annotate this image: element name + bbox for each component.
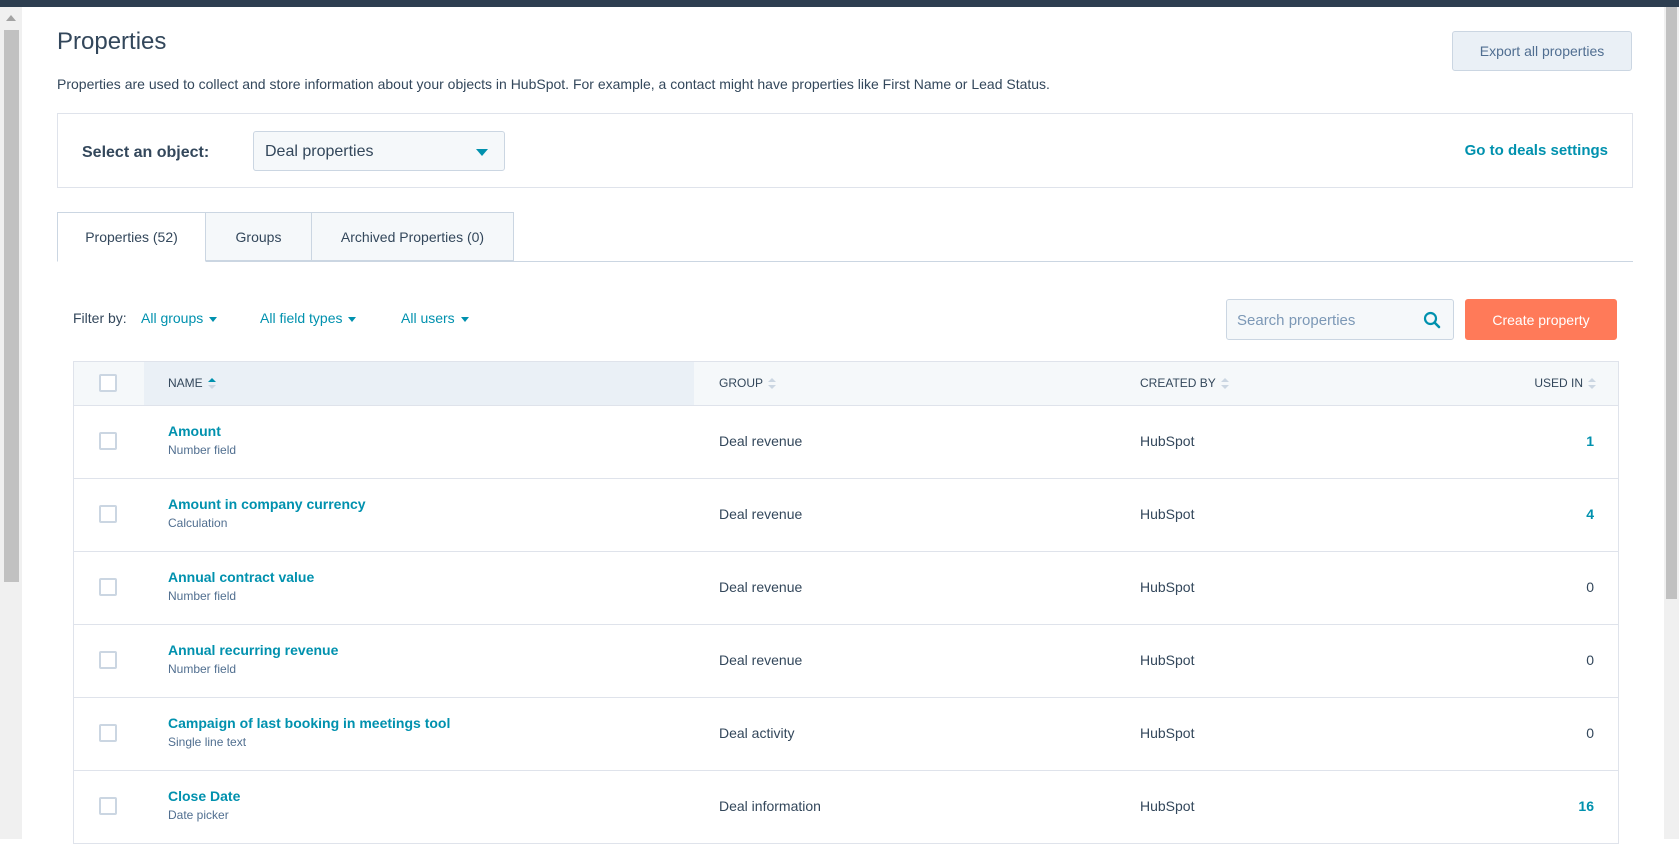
select-all-checkbox[interactable] xyxy=(99,374,117,392)
property-group: Deal information xyxy=(719,798,821,814)
top-bar xyxy=(0,0,1679,7)
object-select-value: Deal properties xyxy=(265,143,374,160)
object-selector-panel: Select an object: Deal properties Go to … xyxy=(57,113,1633,188)
property-group: Deal activity xyxy=(719,725,795,741)
property-field-type: Number field xyxy=(168,662,237,676)
export-all-properties-button[interactable]: Export all properties xyxy=(1452,31,1632,71)
row-checkbox[interactable] xyxy=(99,651,117,669)
filter-all-field-types-label: All field types xyxy=(260,310,343,326)
filter-by-label: Filter by: xyxy=(73,310,127,326)
scroll-up-arrow-icon[interactable] xyxy=(6,15,16,21)
table-row: Amount Number field Deal revenue HubSpot… xyxy=(74,406,1618,479)
right-scrollbar-thumb[interactable] xyxy=(1666,7,1677,599)
table-row: Amount in company currency Calculation D… xyxy=(74,479,1618,552)
properties-table: NAME GROUP CREATED BY USED IN Amount Num… xyxy=(73,361,1619,844)
left-scrollbar[interactable] xyxy=(0,7,22,839)
column-header-used-in[interactable]: USED IN xyxy=(1534,376,1596,390)
property-field-type: Calculation xyxy=(168,516,228,530)
sort-icon xyxy=(768,377,777,390)
property-field-type: Number field xyxy=(168,589,237,603)
row-checkbox[interactable] xyxy=(99,505,117,523)
tab-properties[interactable]: Properties (52) xyxy=(57,212,206,262)
property-used-in-link[interactable]: 16 xyxy=(1578,798,1594,814)
column-header-group-label: GROUP xyxy=(719,376,764,390)
property-created-by: HubSpot xyxy=(1140,798,1195,814)
caret-down-icon xyxy=(348,316,357,322)
object-select-dropdown[interactable]: Deal properties xyxy=(253,131,505,171)
search-icon[interactable] xyxy=(1423,311,1441,329)
column-header-used-in-label: USED IN xyxy=(1534,376,1583,390)
property-name-link[interactable]: Close Date xyxy=(168,788,240,804)
column-header-created-by-label: CREATED BY xyxy=(1140,376,1216,390)
property-group: Deal revenue xyxy=(719,506,803,522)
column-header-created-by[interactable]: CREATED BY xyxy=(1140,376,1229,390)
property-used-in: 0 xyxy=(1586,725,1594,741)
property-name-link[interactable]: Annual recurring revenue xyxy=(168,642,338,658)
caret-down-icon xyxy=(460,316,469,322)
row-checkbox[interactable] xyxy=(99,578,117,596)
property-name-link[interactable]: Campaign of last booking in meetings too… xyxy=(168,715,450,731)
table-row: Campaign of last booking in meetings too… xyxy=(74,698,1618,771)
property-name-link[interactable]: Amount in company currency xyxy=(168,496,366,512)
filter-all-groups[interactable]: All groups xyxy=(141,310,218,326)
search-box xyxy=(1226,299,1454,340)
sort-icon xyxy=(1588,377,1596,390)
property-group: Deal revenue xyxy=(719,433,803,449)
filter-all-groups-label: All groups xyxy=(141,310,204,326)
name-column-highlight xyxy=(144,362,694,405)
property-name-link[interactable]: Annual contract value xyxy=(168,569,314,585)
table-row: Annual recurring revenue Number field De… xyxy=(74,625,1618,698)
tab-archived-properties[interactable]: Archived Properties (0) xyxy=(311,212,514,261)
table-row: Close Date Date picker Deal information … xyxy=(74,771,1618,844)
right-scrollbar[interactable] xyxy=(1664,7,1679,839)
row-checkbox[interactable] xyxy=(99,724,117,742)
table-row: Annual contract value Number field Deal … xyxy=(74,552,1618,625)
property-name-link[interactable]: Amount xyxy=(168,423,221,439)
property-group: Deal revenue xyxy=(719,579,803,595)
caret-down-icon xyxy=(209,316,218,322)
filter-all-field-types[interactable]: All field types xyxy=(260,310,357,326)
chevron-down-icon xyxy=(476,149,488,156)
property-field-type: Number field xyxy=(168,443,237,457)
row-checkbox[interactable] xyxy=(99,797,117,815)
property-created-by: HubSpot xyxy=(1140,725,1195,741)
page-description: Properties are used to collect and store… xyxy=(57,76,1050,92)
go-to-deals-settings-link[interactable]: Go to deals settings xyxy=(1465,142,1608,159)
tab-bar: Properties (52) Groups Archived Properti… xyxy=(57,212,1633,262)
property-used-in-link[interactable]: 1 xyxy=(1586,433,1594,449)
property-created-by: HubSpot xyxy=(1140,433,1195,449)
search-input[interactable] xyxy=(1237,310,1417,330)
property-created-by: HubSpot xyxy=(1140,506,1195,522)
property-used-in-link[interactable]: 4 xyxy=(1586,506,1594,522)
filter-all-users[interactable]: All users xyxy=(401,310,469,326)
create-property-button[interactable]: Create property xyxy=(1465,299,1617,340)
sort-ascending-icon xyxy=(207,377,216,390)
left-scrollbar-thumb[interactable] xyxy=(4,30,19,582)
property-used-in: 0 xyxy=(1586,652,1594,668)
object-select-label: Select an object: xyxy=(82,144,210,161)
property-field-type: Single line text xyxy=(168,735,247,749)
column-header-group[interactable]: GROUP xyxy=(719,376,777,390)
property-created-by: HubSpot xyxy=(1140,579,1195,595)
property-created-by: HubSpot xyxy=(1140,652,1195,668)
page-title: Properties xyxy=(57,28,167,55)
property-group: Deal revenue xyxy=(719,652,803,668)
sort-icon xyxy=(1220,377,1229,390)
tab-groups[interactable]: Groups xyxy=(205,212,312,261)
table-header: NAME GROUP CREATED BY USED IN xyxy=(74,361,1618,406)
column-header-name-label: NAME xyxy=(168,376,203,390)
filter-all-users-label: All users xyxy=(401,310,455,326)
property-used-in: 0 xyxy=(1586,579,1594,595)
column-header-name[interactable]: NAME xyxy=(168,376,216,390)
row-checkbox[interactable] xyxy=(99,432,117,450)
property-field-type: Date picker xyxy=(168,808,229,822)
